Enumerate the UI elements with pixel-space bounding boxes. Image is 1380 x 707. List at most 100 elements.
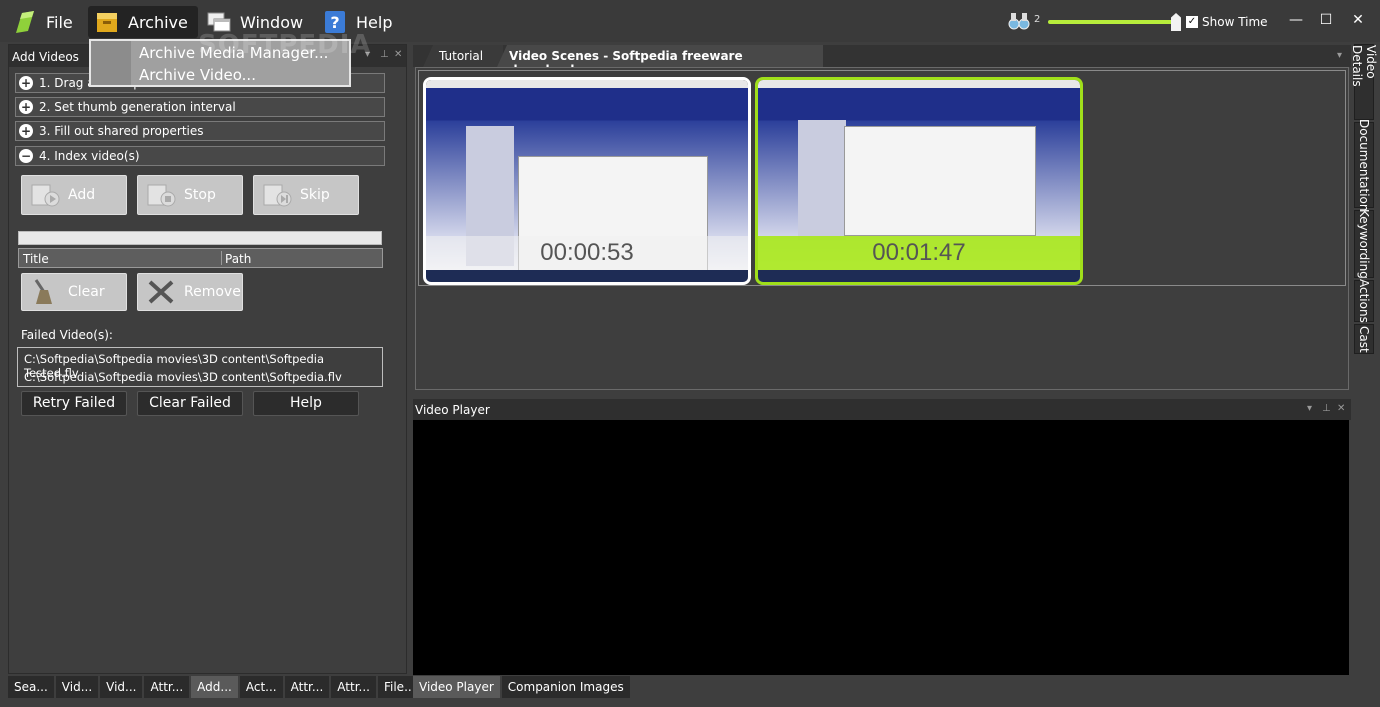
zoom-slider-thumb[interactable] (1171, 13, 1181, 31)
video-player-header: Video Player ▾ ⊥ ✕ (413, 399, 1351, 420)
list-item[interactable]: C:\Softpedia\Softpedia movies\3D content… (24, 370, 342, 384)
step-index-videos[interactable]: − 4. Index video(s) (15, 146, 385, 166)
file-table-header: Title Path (18, 248, 383, 268)
zoom-slider[interactable] (1048, 20, 1178, 24)
clear-label: Clear (68, 284, 105, 300)
step-shared-properties[interactable]: + 3. Fill out shared properties (15, 121, 385, 141)
panel-menu-icon[interactable]: ▾ (365, 49, 370, 60)
menu-item-archive-video[interactable]: Archive Video... (139, 66, 256, 84)
tab-documentation[interactable]: Documentation (1354, 119, 1374, 211)
archive-box-icon (94, 9, 120, 35)
menu-archive-label: Archive (128, 12, 188, 32)
scenes-grid: 00:00:53 00:01:47 (418, 70, 1346, 286)
retry-failed-button[interactable]: Retry Failed (21, 391, 127, 416)
menu-window-label: Window (240, 12, 304, 32)
tab-tutorial[interactable]: Tutorial (423, 45, 503, 67)
show-time-label: Show Time (1202, 15, 1268, 29)
add-label: Add (68, 187, 96, 203)
scene-taskbar (758, 270, 1080, 282)
menu-window[interactable]: Window (200, 6, 311, 38)
scenes-tab-bar: Tutorial Video Scenes - Softpedia freewa… (413, 45, 1351, 67)
help-button[interactable]: Help (253, 391, 359, 416)
minimize-button[interactable]: — (1286, 10, 1306, 30)
add-videos-panel: Add Videos ▾ ⊥ ✕ + 1. Drag and drop + 2.… (8, 44, 407, 674)
left-panel-tabs: Sea... Vid... Vid... Attr... Add... Act.… (8, 676, 422, 698)
column-path[interactable]: Path (225, 252, 251, 266)
tab-video-details[interactable]: Video Details (1350, 44, 1378, 120)
panel-menu-icon[interactable]: ▾ (1307, 403, 1312, 414)
remove-label: Remove (184, 284, 241, 300)
column-divider[interactable] (221, 251, 222, 265)
index-progress-bar (18, 231, 382, 245)
zoom-value: 2 (1034, 14, 1041, 25)
tab-video-player[interactable]: Video Player (413, 676, 500, 698)
menu-help-label: Help (356, 12, 393, 32)
broom-icon (30, 278, 62, 306)
step-thumb-interval[interactable]: + 2. Set thumb generation interval (15, 97, 385, 117)
add-button[interactable]: Add (21, 175, 127, 215)
panel-close-icon[interactable]: ✕ (394, 49, 402, 60)
skip-video-icon (262, 181, 294, 209)
expand-icon: + (19, 100, 33, 114)
expand-icon: + (19, 76, 33, 90)
menu-file-label: File (46, 12, 73, 32)
remove-button[interactable]: Remove (137, 273, 243, 311)
step-label: 4. Index video(s) (39, 149, 140, 163)
failed-videos-list[interactable]: C:\Softpedia\Softpedia movies\3D content… (17, 347, 383, 387)
menu-file[interactable]: File (6, 6, 81, 38)
tab-video-1[interactable]: Vid... (55, 676, 99, 698)
video-scenes-area: 00:00:53 00:01:47 (415, 67, 1349, 390)
menu-help[interactable]: ? Help (316, 6, 400, 38)
skip-button[interactable]: Skip (253, 175, 359, 215)
dropdown-icon-strip (91, 41, 131, 85)
show-time-checkbox[interactable]: ✓ (1186, 16, 1198, 28)
tab-attributes-2[interactable]: Attr... (284, 676, 330, 698)
menu-archive[interactable]: Archive (88, 6, 198, 38)
tab-video-scenes[interactable]: Video Scenes - Softpedia freeware downlo… (497, 45, 823, 67)
help-book-icon: ? (322, 9, 348, 35)
tab-cast[interactable]: Cast (1354, 324, 1374, 354)
scene-thumbnail[interactable]: 00:00:53 (423, 77, 751, 285)
tab-add-videos[interactable]: Add... (191, 676, 238, 698)
panel-close-icon[interactable]: ✕ (1337, 403, 1345, 414)
failed-videos-label: Failed Video(s): (21, 328, 113, 342)
menu-bar: File Archive Window ? Help 2 ✓ Show Time… (0, 0, 1380, 42)
pin-icon[interactable]: ⊥ (380, 49, 389, 60)
tab-attributes-1[interactable]: Attr... (144, 676, 190, 698)
stop-video-icon (146, 181, 178, 209)
archive-dropdown-menu: Archive Media Manager... Archive Video..… (89, 39, 351, 87)
close-button[interactable]: ✕ (1348, 10, 1368, 30)
tab-actions[interactable]: Act... (239, 676, 283, 698)
binoculars-icon[interactable] (1008, 12, 1030, 30)
scene-time: 00:01:47 (872, 239, 966, 266)
video-player-screen[interactable] (413, 420, 1349, 675)
remove-x-icon (146, 278, 178, 306)
tab-search[interactable]: Sea... (8, 676, 54, 698)
scene-taskbar (426, 270, 748, 282)
tab-attributes-3[interactable]: Attr... (331, 676, 376, 698)
scene-time-bar: 00:00:53 (426, 236, 748, 270)
file-icon (12, 9, 38, 35)
stop-button[interactable]: Stop (137, 175, 243, 215)
column-title[interactable]: Title (23, 252, 49, 266)
expand-icon: + (19, 124, 33, 138)
pin-icon[interactable]: ⊥ (1322, 403, 1331, 414)
tab-list-icon[interactable]: ▾ (1337, 50, 1342, 61)
video-player-tabs: Video Player Companion Images (413, 676, 630, 698)
clear-button[interactable]: Clear (21, 273, 127, 311)
svg-text:?: ? (330, 13, 339, 32)
tab-keywording[interactable]: Keywording (1354, 209, 1374, 279)
panel-title: Add Videos (12, 50, 79, 64)
tab-video-2[interactable]: Vid... (100, 676, 143, 698)
window-icon (206, 9, 232, 35)
tab-companion-images[interactable]: Companion Images (501, 676, 630, 698)
video-player-title: Video Player (415, 403, 490, 417)
add-video-icon (30, 181, 62, 209)
clear-failed-button[interactable]: Clear Failed (137, 391, 243, 416)
stop-label: Stop (184, 187, 216, 203)
step-label: 2. Set thumb generation interval (39, 100, 236, 114)
scene-thumbnail-selected[interactable]: 00:01:47 (755, 77, 1083, 285)
tab-actions-side[interactable]: Actions (1354, 279, 1374, 323)
maximize-button[interactable]: ☐ (1316, 10, 1336, 30)
menu-item-archive-media-manager[interactable]: Archive Media Manager... (139, 44, 328, 62)
